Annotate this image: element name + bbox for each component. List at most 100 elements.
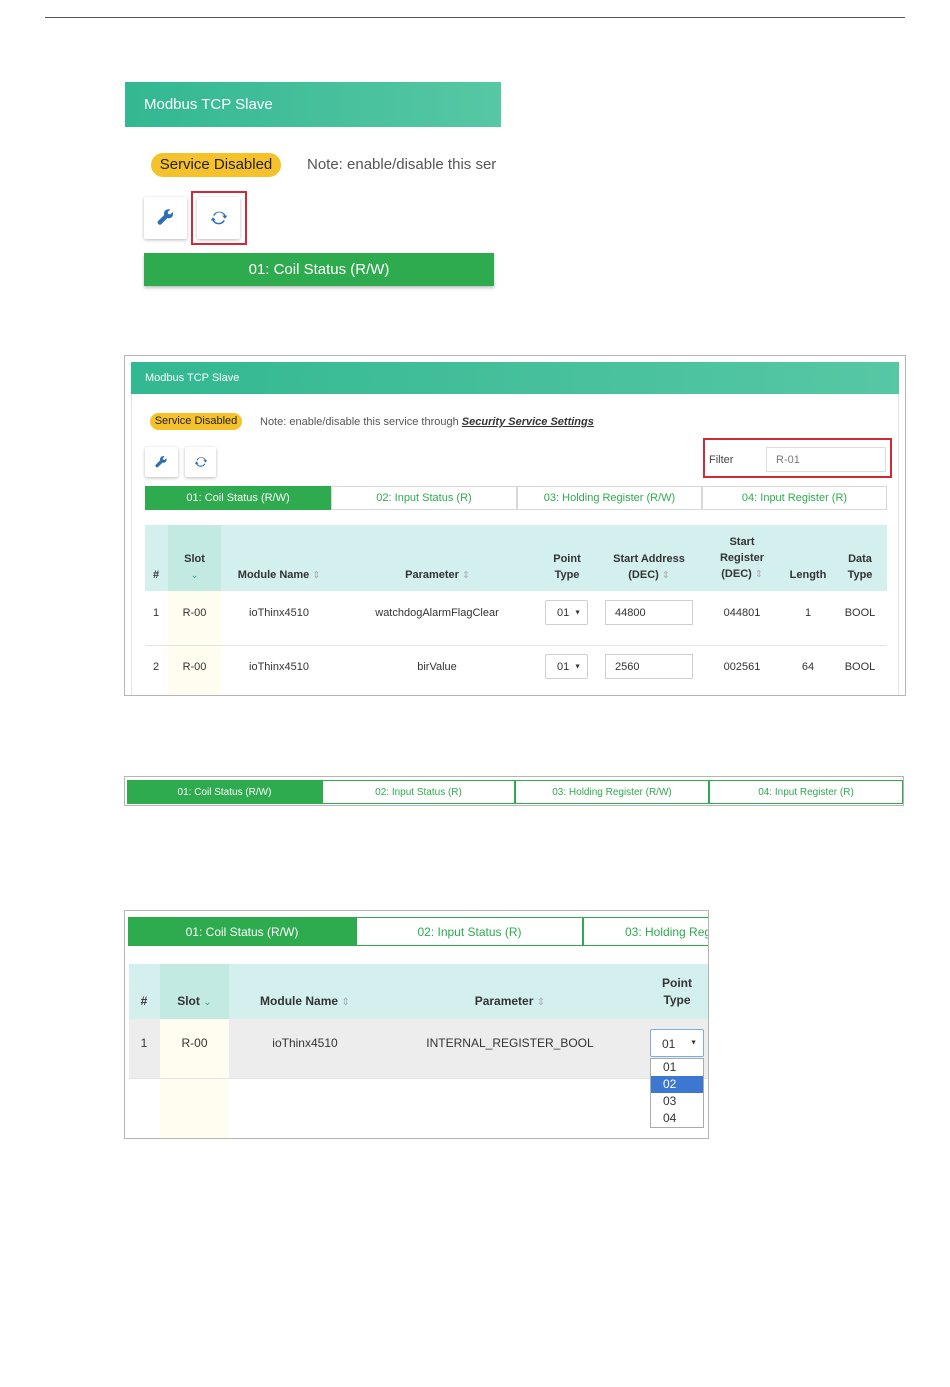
caret-down-icon: ▼ [574, 663, 581, 670]
col-parameter[interactable]: Parameter ⇕ [375, 568, 500, 584]
col-parameter-label: Parameter [405, 569, 459, 581]
tab-input-register[interactable]: 04: Input Register (R) [702, 486, 887, 510]
col-parameter-label: Parameter [474, 994, 534, 1008]
cell-num: 1 [140, 1036, 148, 1050]
register-tabs: 01: Coil Status (R/W) 02: Input Status (… [145, 486, 887, 510]
point-type-select[interactable]: 01 ▼ [545, 654, 588, 679]
cell-data-type: BOOL [844, 607, 876, 619]
screenshot-4: 01: Coil Status (R/W) 02: Input Status (… [124, 910, 709, 1139]
screenshot-1: Modbus TCP Slave Service Disabled Note: … [125, 82, 501, 296]
tab-coil-status[interactable]: 01: Coil Status (R/W) [128, 917, 356, 946]
register-tabs: 01: Coil Status (R/W) 02: Input Status (… [127, 780, 903, 804]
point-type-select[interactable]: 01 ▼ [650, 1029, 704, 1057]
start-address-input[interactable]: 2560 [605, 654, 693, 679]
screenshot-2: Modbus TCP Slave Service Disabled Note: … [124, 355, 906, 696]
status-badge: Service Disabled [150, 413, 242, 430]
tab-coil-status[interactable]: 01: Coil Status (R/W) [145, 486, 331, 510]
security-settings-link[interactable]: Security Service Settings [462, 416, 594, 428]
point-type-value: 01 [557, 607, 570, 619]
tab-input-status[interactable]: 02: Input Status (R) [331, 486, 517, 510]
tab-input-register[interactable]: 04: Input Register (R) [709, 780, 903, 804]
panel-title: Modbus TCP Slave [145, 372, 240, 384]
col-start-register[interactable]: Start Register (DEC) ⇕ [713, 535, 771, 583]
chevron-down-icon: ⌄ [190, 569, 199, 580]
sort-icon: ⇕ [754, 568, 763, 579]
col-point-type: Point Type [553, 553, 581, 581]
settings-button[interactable] [144, 197, 187, 239]
cell-start-register: 002561 [723, 661, 761, 673]
register-tabs: 01: Coil Status (R/W) 02: Input Status (… [128, 917, 708, 946]
start-address-input[interactable]: 44800 [605, 600, 693, 625]
col-start-address[interactable]: Start Address (DEC) ⇕ [609, 552, 689, 584]
col-module[interactable]: Module Name ⇕ [245, 993, 365, 1011]
settings-button[interactable] [145, 447, 178, 477]
service-note: Note: enable/disable this ser [307, 156, 497, 173]
cell-module: ioThinx4510 [249, 607, 309, 619]
screenshot-3: 01: Coil Status (R/W) 02: Input Status (… [124, 776, 904, 806]
col-start-address-label: Start Address (DEC) [613, 553, 685, 581]
filter-highlight-box [703, 438, 892, 478]
col-module[interactable]: Module Name ⇕ [229, 568, 329, 584]
sort-icon: ⇕ [312, 570, 321, 580]
point-type-value: 01 [557, 661, 570, 673]
cell-slot: R-00 [182, 661, 207, 673]
col-data-type: Data Type [847, 553, 873, 581]
tab-holding-register[interactable]: 03: Holding Register (R/W) [517, 486, 702, 510]
cell-slot: R-00 [181, 1036, 208, 1050]
sort-icon: ⇕ [661, 569, 670, 580]
sort-icon: ⇕ [462, 570, 470, 580]
start-address-value: 2560 [615, 661, 640, 673]
wrench-icon [157, 209, 173, 225]
tab-input-status[interactable]: 02: Input Status (R) [356, 917, 583, 946]
tab-coil-status[interactable]: 01: Coil Status (R/W) [127, 780, 322, 804]
tab-coil-status[interactable]: 01: Coil Status (R/W) [144, 253, 494, 286]
cell-parameter: birValue [417, 661, 457, 673]
col-slot[interactable]: Slot ⌄ [168, 552, 221, 584]
start-address-value: 44800 [615, 607, 646, 619]
cell-length: 1 [804, 607, 812, 619]
col-slot[interactable]: Slot ⌄ [160, 993, 229, 1011]
cell-module: ioThinx4510 [249, 661, 309, 673]
point-type-value: 01 [662, 1037, 676, 1051]
tab-holding-register[interactable]: 03: Holding Reg [583, 917, 708, 946]
col-length: Length [789, 569, 827, 581]
caret-down-icon: ▼ [574, 609, 581, 616]
row-divider [129, 1078, 708, 1079]
dropdown-option-selected[interactable]: 02 [651, 1076, 703, 1093]
page-top-rule [45, 17, 905, 18]
sort-icon: ⇕ [536, 997, 546, 1008]
caret-down-icon: ▼ [690, 1039, 697, 1047]
point-type-select[interactable]: 01 ▼ [545, 600, 588, 625]
cell-num: 1 [152, 607, 160, 619]
col-module-label: Module Name [237, 569, 310, 581]
refresh-icon [194, 457, 207, 467]
chevron-down-icon: ⌄ [203, 997, 212, 1008]
point-type-dropdown: 01 02 03 04 [650, 1058, 704, 1128]
col-parameter[interactable]: Parameter ⇕ [445, 993, 575, 1011]
cell-length: 64 [801, 661, 815, 673]
service-note: Note: enable/disable this service throug… [260, 416, 594, 428]
cell-slot: R-00 [182, 607, 207, 619]
wrench-icon [155, 455, 167, 467]
col-module-label: Module Name [260, 994, 339, 1008]
refresh-button[interactable] [185, 447, 216, 477]
col-num: # [152, 569, 160, 581]
col-num: # [140, 994, 148, 1008]
tab-holding-register[interactable]: 03: Holding Register (R/W) [515, 780, 709, 804]
col-point-type: Point Type [662, 976, 692, 1008]
dropdown-option[interactable]: 03 [651, 1093, 703, 1110]
sort-icon: ⇕ [341, 997, 350, 1008]
col-slot-label: Slot [177, 994, 200, 1008]
panel-title: Modbus TCP Slave [144, 96, 273, 113]
cell-parameter: INTERNAL_REGISTER_BOOL [426, 1036, 594, 1050]
cell-parameter: watchdogAlarmFlagClear [375, 607, 499, 619]
note-text: Note: enable/disable this service throug… [260, 416, 462, 428]
dropdown-option[interactable]: 04 [651, 1110, 703, 1127]
col-slot-label: Slot [184, 553, 205, 565]
tab-input-status[interactable]: 02: Input Status (R) [322, 780, 515, 804]
dropdown-option[interactable]: 01 [651, 1059, 703, 1076]
cell-module: ioThinx4510 [272, 1036, 338, 1050]
status-badge: Service Disabled [151, 153, 281, 177]
cell-num: 2 [152, 661, 160, 673]
cell-start-register: 044801 [723, 607, 761, 619]
